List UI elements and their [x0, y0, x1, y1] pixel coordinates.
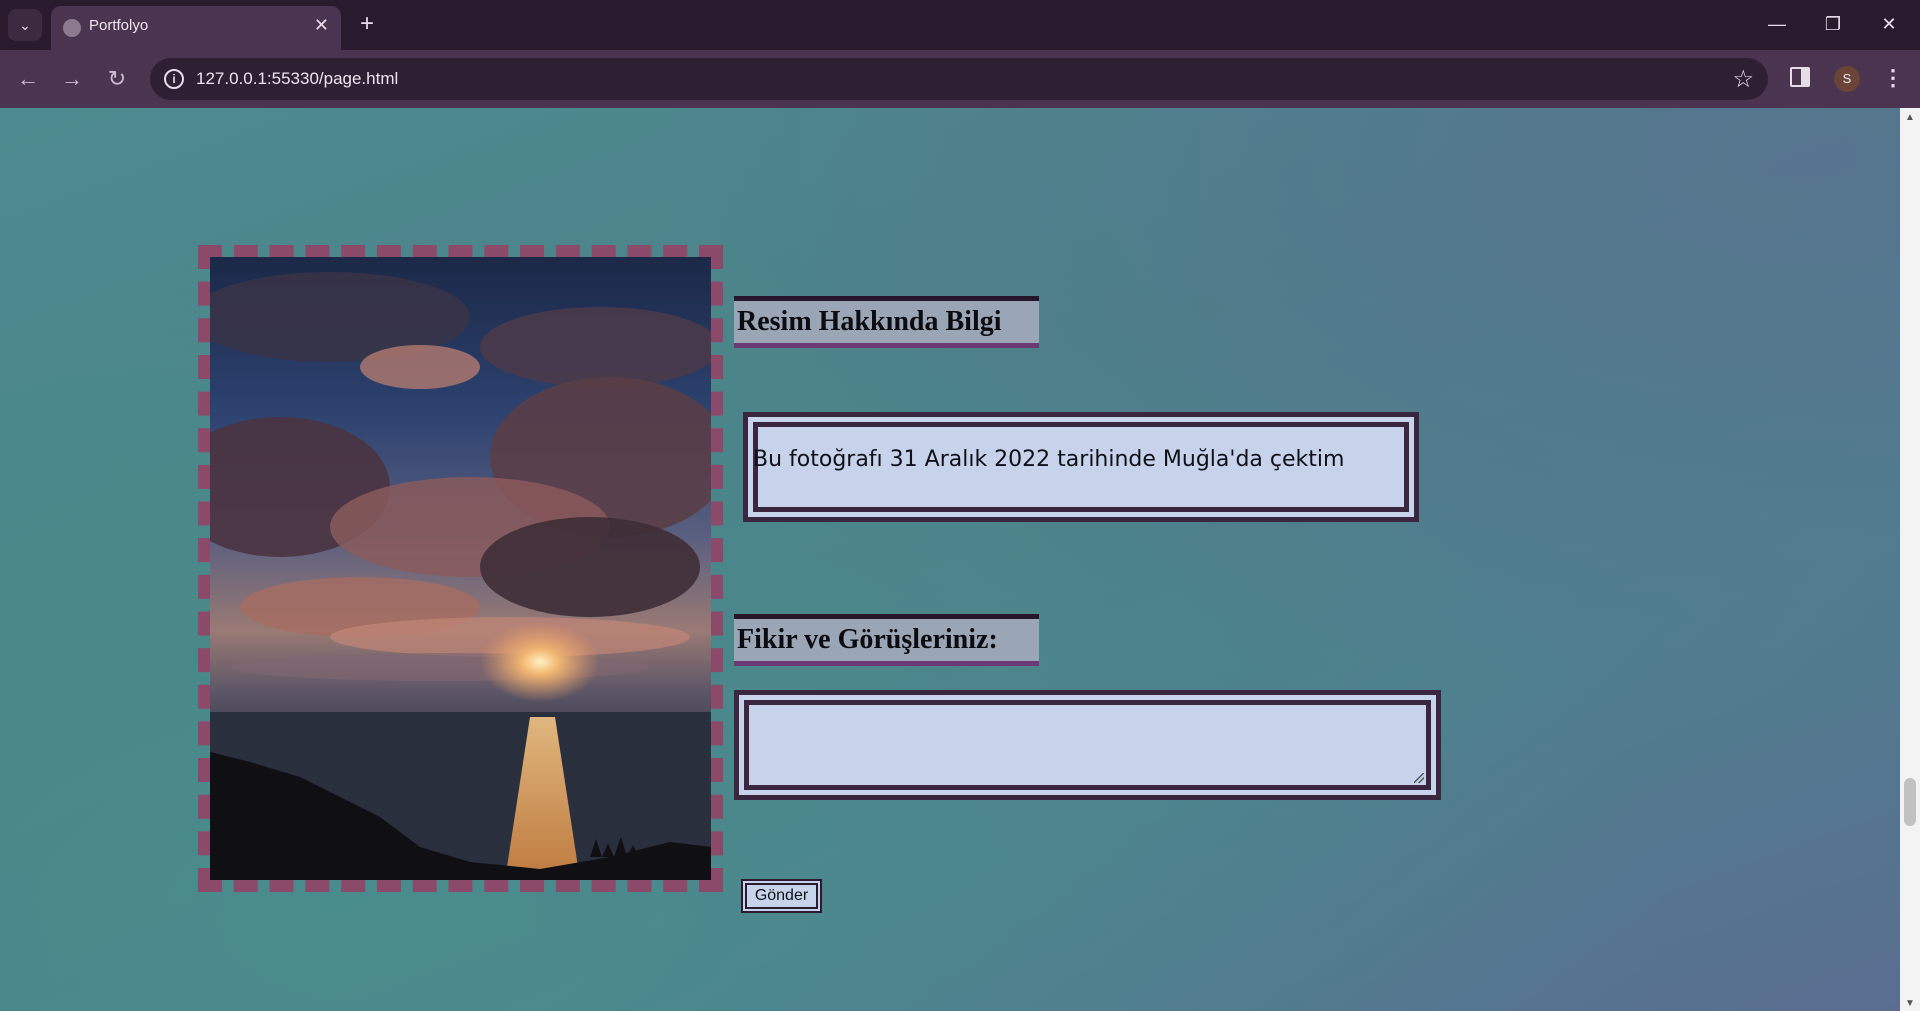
tab-title: Portfolyo — [89, 17, 149, 34]
arrow-left-icon[interactable]: ← — [12, 63, 44, 95]
submit-button[interactable]: Gönder — [741, 879, 822, 913]
photo-frame — [198, 245, 723, 892]
star-icon[interactable]: ☆ — [1732, 65, 1754, 94]
globe-icon — [63, 19, 81, 37]
comment-heading: Fikir ve Görüşleriniz: — [734, 614, 1039, 666]
avatar[interactable]: S — [1834, 66, 1860, 92]
scroll-down-icon[interactable]: ▼ — [1905, 998, 1915, 1009]
kebab-icon[interactable]: ⋮ — [1880, 63, 1906, 95]
info-text: Bu fotoğrafı 31 Aralık 2022 tarihinde Mu… — [753, 447, 1345, 472]
submit-button-label: Gönder — [745, 883, 818, 909]
sunset-photo — [210, 257, 711, 880]
scroll-thumb[interactable] — [1904, 778, 1916, 826]
minimize-icon[interactable]: — — [1754, 10, 1800, 40]
browser-toolbar: ← → ↻ i 127.0.0.1:55330/page.html ☆ S ⋮ — [0, 50, 1920, 108]
page-viewport: Resim Hakkında Bilgi Bu fotoğrafı 31 Ara… — [0, 108, 1900, 1011]
resize-grip-icon[interactable] — [1414, 773, 1424, 783]
close-icon[interactable]: ✕ — [314, 15, 329, 36]
vertical-scrollbar[interactable]: ▲ ▼ — [1900, 108, 1920, 1011]
plus-icon[interactable]: + — [352, 10, 382, 40]
side-panel-icon[interactable] — [1790, 67, 1810, 87]
info-heading: Resim Hakkında Bilgi — [734, 296, 1039, 348]
comment-box — [734, 690, 1441, 800]
reload-icon[interactable]: ↻ — [101, 63, 133, 95]
arrow-right-icon[interactable]: → — [56, 63, 88, 95]
window-close-icon[interactable]: ✕ — [1866, 10, 1912, 40]
tab-bar: ⌄ Portfolyo ✕ + — ❐ ✕ — [0, 0, 1920, 50]
address-bar[interactable]: i 127.0.0.1:55330/page.html ☆ — [150, 58, 1768, 100]
browser-tab[interactable]: Portfolyo ✕ — [51, 6, 341, 50]
comment-textarea[interactable] — [744, 700, 1431, 790]
info-box: Bu fotoğrafı 31 Aralık 2022 tarihinde Mu… — [743, 412, 1419, 522]
url-text[interactable]: 127.0.0.1:55330/page.html — [196, 69, 398, 89]
restore-icon[interactable]: ❐ — [1810, 10, 1856, 40]
scroll-up-icon[interactable]: ▲ — [1905, 112, 1915, 123]
info-box-inner: Bu fotoğrafı 31 Aralık 2022 tarihinde Mu… — [753, 422, 1409, 512]
tab-search-chevron-down-icon[interactable]: ⌄ — [8, 9, 42, 41]
info-icon[interactable]: i — [164, 69, 184, 89]
